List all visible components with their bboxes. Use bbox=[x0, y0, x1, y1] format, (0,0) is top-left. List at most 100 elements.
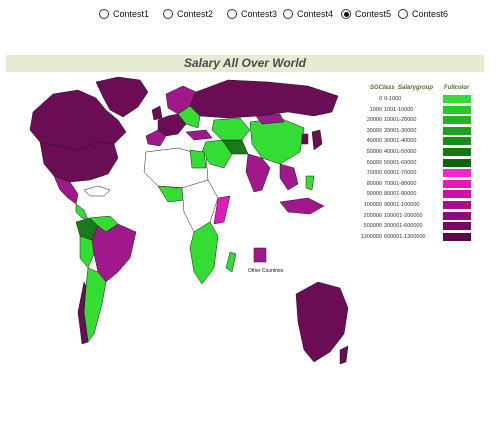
legend-color-swatch bbox=[443, 126, 471, 135]
legend-sgclass: 500000 bbox=[363, 223, 382, 230]
legend-salarygroup: 0-1000 bbox=[384, 96, 402, 102]
legend-sgclass: 30000 bbox=[366, 127, 382, 134]
legend-sgclass: 200000 bbox=[363, 212, 382, 219]
map-region-uk[interactable] bbox=[151, 105, 163, 121]
legend-color-swatch bbox=[443, 148, 471, 156]
contest6-radio[interactable]: Contest6 bbox=[398, 6, 448, 22]
legend-color-swatch bbox=[443, 232, 471, 241]
map-region-peru[interactable] bbox=[79, 235, 95, 269]
legend-row: 0 0-1000 bbox=[362, 95, 472, 103]
legend-row: 200000 100001-200000 bbox=[362, 211, 472, 220]
map-title: Salary All Over World bbox=[183, 56, 307, 70]
contest4-label: Contest4 bbox=[297, 9, 334, 19]
legend-sgclass: 100000 bbox=[363, 202, 382, 208]
legend-row: 40000 30001-40000 bbox=[362, 137, 472, 146]
legend-color-swatch bbox=[443, 116, 471, 125]
contest2-radio[interactable]: Contest2 bbox=[163, 6, 213, 22]
legend-color-swatch bbox=[443, 211, 471, 220]
radio-circle-icon bbox=[227, 9, 237, 19]
legend-sgclass: 0 bbox=[378, 96, 382, 102]
contest2-label: Contest2 bbox=[177, 9, 214, 19]
legend-salarygroup: 70001-80000 bbox=[384, 180, 417, 187]
legend-salarygroup: 600001-1300000 bbox=[384, 233, 426, 240]
legend-row: 50000 40001-50000 bbox=[362, 148, 472, 156]
legend-sgclass: 50000 bbox=[366, 149, 382, 155]
contest1-label: Contest1 bbox=[113, 9, 150, 19]
legend-sgclass: 90000 bbox=[366, 191, 382, 198]
legend-row: 90000 80001-90000 bbox=[362, 190, 472, 199]
legend-color-swatch bbox=[443, 169, 471, 178]
legend-color-swatch bbox=[443, 158, 471, 167]
map-region-philippines[interactable] bbox=[305, 175, 315, 191]
legend-salarygroup: 200001-600000 bbox=[384, 223, 423, 230]
legend-color-swatch bbox=[443, 95, 471, 103]
legend-row: 20000 10001-20000 bbox=[362, 116, 472, 125]
map-region-central-africa[interactable] bbox=[181, 179, 219, 233]
legend-color-swatch bbox=[443, 190, 471, 199]
legend-row: 30000 20001-30000 bbox=[362, 126, 472, 135]
legend-color-swatch bbox=[443, 179, 471, 188]
map-region-caribbean[interactable] bbox=[83, 185, 111, 197]
map-region-indonesia[interactable] bbox=[279, 197, 325, 215]
legend-sgclass: 1000 bbox=[369, 106, 382, 113]
legend-color-swatch bbox=[443, 105, 471, 114]
radio-circle-icon bbox=[283, 9, 293, 19]
legend-header-sgclass: SGClass bbox=[370, 85, 395, 91]
legend-salarygroup: 80001-90000 bbox=[384, 191, 417, 198]
legend-row: 70000 60001-70000 bbox=[362, 169, 472, 178]
legend-color-swatch bbox=[443, 137, 471, 146]
legend-salarygroup: 50001-60000 bbox=[384, 159, 417, 166]
legend-salarygroup: 60001-70000 bbox=[384, 170, 417, 177]
legend-row: 1000 1001-10000 bbox=[362, 105, 472, 114]
radio-circle-icon bbox=[99, 9, 109, 19]
contest1-radio[interactable]: Contest1 bbox=[99, 6, 149, 22]
radio-circle-icon bbox=[398, 9, 408, 19]
legend-sgclass: 80000 bbox=[366, 180, 382, 187]
legend-sgclass: 1300000 bbox=[360, 233, 382, 240]
contest3-radio[interactable]: Contest3 bbox=[227, 6, 277, 22]
legend-salarygroup: 100001-200000 bbox=[384, 212, 423, 219]
map-region-southeast-asia[interactable] bbox=[279, 163, 299, 191]
contest5-radio[interactable]: Contest5 bbox=[341, 6, 391, 22]
radio-circle-icon bbox=[341, 9, 351, 19]
legend-salarygroup: 90001-100000 bbox=[384, 202, 420, 208]
contest4-radio[interactable]: Contest4 bbox=[283, 6, 333, 22]
legend-sgclass: 60000 bbox=[366, 159, 382, 166]
map-region-egypt[interactable] bbox=[189, 149, 207, 169]
legend-sgclass: 20000 bbox=[366, 117, 382, 124]
radio-selected-dot bbox=[343, 11, 349, 17]
legend-header-fullcolor: Fullcolor bbox=[444, 85, 470, 91]
map-region-argentina[interactable] bbox=[83, 267, 107, 343]
map-region-west-africa[interactable] bbox=[157, 185, 185, 203]
map-region-central-asia[interactable] bbox=[211, 117, 251, 141]
legend-row: 60000 50001-60000 bbox=[362, 158, 472, 167]
legend-color-swatch bbox=[443, 222, 471, 231]
legend-row: 1300000 600001-1300000 bbox=[360, 232, 472, 241]
legend-row: 80000 70001-80000 bbox=[362, 179, 472, 188]
map-region-russia[interactable] bbox=[189, 79, 339, 119]
legend-row: 500000 200001-600000 bbox=[362, 222, 472, 231]
contest-radio-group: Contest1 Contest2 Contest3 Contest4 Cont… bbox=[0, 6, 500, 22]
contest6-label: Contest6 bbox=[412, 9, 449, 19]
radio-circle-icon bbox=[163, 9, 173, 19]
map-region-new-zealand[interactable] bbox=[339, 345, 349, 365]
map-region-japan[interactable] bbox=[311, 129, 323, 151]
map-region-madagascar[interactable] bbox=[225, 251, 237, 273]
legend-header-salarygroup: Salarygroup bbox=[398, 85, 434, 91]
map-region-turkey[interactable] bbox=[185, 129, 213, 141]
legend-color-swatch bbox=[443, 201, 471, 209]
legend-sgclass: 40000 bbox=[366, 138, 382, 145]
other-countries-label: Other Countries bbox=[248, 268, 284, 274]
legend-sgclass: 70000 bbox=[366, 170, 382, 177]
map-region-korea[interactable] bbox=[301, 133, 309, 145]
contest3-label: Contest3 bbox=[241, 9, 278, 19]
world-map: Other Countries bbox=[29, 76, 349, 365]
legend-salarygroup: 20001-30000 bbox=[384, 127, 417, 134]
map-region-central-america[interactable] bbox=[75, 203, 89, 221]
legend-salarygroup: 30001-40000 bbox=[384, 138, 417, 145]
other-countries-swatch[interactable] bbox=[253, 247, 267, 263]
legend-salarygroup: 40001-50000 bbox=[384, 149, 417, 155]
contest5-label: Contest5 bbox=[355, 9, 392, 19]
map-title-bar: Salary All Over World bbox=[6, 55, 484, 72]
legend-salarygroup: 1001-10000 bbox=[384, 106, 414, 113]
